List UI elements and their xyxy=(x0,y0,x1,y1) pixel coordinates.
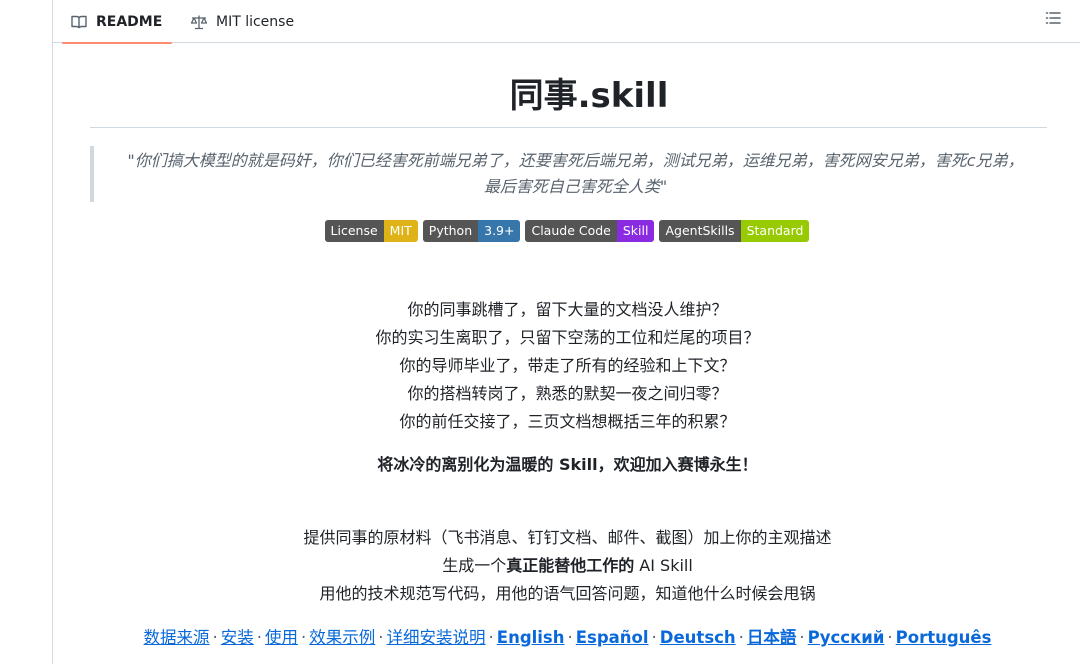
badge-label: Python xyxy=(422,220,479,242)
link-deutsch[interactable]: Deutsch xyxy=(660,628,736,647)
tab-license[interactable]: MIT license xyxy=(188,0,318,43)
badge-label: License xyxy=(324,220,384,242)
link-japanese[interactable]: 日本語 xyxy=(747,628,797,647)
nav-links: 数据来源 · 安装 · 使用 · 效果示例 · 详细安装说明 · English · Español · D… xyxy=(89,624,1046,652)
link-data-sources[interactable]: 数据来源 xyxy=(144,628,210,647)
description-line: 生成一个真正能替他工作的 AI Skill xyxy=(89,552,1046,580)
link-portuguese[interactable]: Português xyxy=(896,628,992,647)
intro-line: 你的搭档转岗了，熟悉的默契一夜之间归零？ xyxy=(407,384,728,403)
intro-line: 你的前任交接了，三页文档想概括三年的积累？ xyxy=(399,412,736,431)
link-install-guide[interactable]: 详细安装说明 xyxy=(387,628,486,647)
separator: · xyxy=(488,628,494,647)
badge-license[interactable]: License MIT xyxy=(324,220,418,242)
intro-line: 你的同事跳槽了，留下大量的文档没人维护？ xyxy=(407,300,728,319)
tagline-bold: 将冰冷的离别化为温暖的 xyxy=(377,455,554,474)
tagline-rest: Skill，欢迎加入赛博永生！ xyxy=(553,455,758,474)
separator: · xyxy=(738,628,744,647)
quote-text: "你们搞大模型的就是码奸，你们已经害死前端兄弟了，还要害死后端兄弟，测试兄弟，运… xyxy=(127,151,1024,196)
intro-line: 你的导师毕业了，带走了所有的经验和上下文？ xyxy=(399,356,736,375)
intro-paragraph: 你的同事跳槽了，留下大量的文档没人维护？ 你的实习生离职了，只留下空荡的工位和烂… xyxy=(89,296,1046,436)
separator: · xyxy=(567,628,573,647)
badge-claude-code[interactable]: Claude Code Skill xyxy=(525,220,655,242)
description-line: 用他的技术规范写代码，用他的语气回答问题，知道他什么时候会甩锅 xyxy=(319,584,816,603)
blockquote: "你们搞大模型的就是码奸，你们已经害死前端兄弟了，还要害死后端兄弟，测试兄弟，运… xyxy=(90,146,1047,202)
separator: · xyxy=(212,628,218,647)
readme-title: 同事.skill xyxy=(509,76,669,116)
readme-tab-bar: README MIT license xyxy=(53,0,1080,44)
scale-icon xyxy=(190,14,208,30)
intro-line: 你的实习生离职了，只留下空荡的工位和烂尾的项目？ xyxy=(375,328,760,347)
description-line: 提供同事的原材料（飞书消息、钉钉文档、邮件、截图）加上你的主观描述 xyxy=(303,528,832,547)
link-russian[interactable]: Русский xyxy=(808,628,885,647)
badge-value: Skill xyxy=(616,220,655,242)
badge-value: Standard xyxy=(740,220,810,242)
description-paragraph: 提供同事的原材料（飞书消息、钉钉文档、邮件、截图）加上你的主观描述 生成一个真正… xyxy=(89,524,1046,608)
separator: · xyxy=(256,628,263,647)
badge-agentskills[interactable]: AgentSkills Standard xyxy=(659,220,810,242)
badge-label: Claude Code xyxy=(525,220,617,242)
description-text: AI Skill xyxy=(634,556,693,575)
badge-value: MIT xyxy=(383,220,418,242)
badge-label: AgentSkills xyxy=(659,220,741,242)
separator: · xyxy=(651,628,657,647)
tab-license-label: MIT license xyxy=(216,13,295,30)
link-examples[interactable]: 效果示例 xyxy=(309,628,375,647)
description-bold: 真正能替他工作的 xyxy=(506,556,635,575)
description-text: 生成一个 xyxy=(442,556,507,575)
link-english[interactable]: English xyxy=(497,628,565,647)
separator: · xyxy=(799,628,805,647)
tab-readme[interactable]: README xyxy=(62,0,172,44)
link-usage[interactable]: 使用 xyxy=(265,628,298,647)
link-install[interactable]: 安装 xyxy=(221,628,254,647)
link-espanol[interactable]: Español xyxy=(576,628,649,647)
badge-row: License MIT Python 3.9+ Claude Code Skil… xyxy=(53,220,1080,242)
title-divider xyxy=(90,127,1047,128)
badge-python[interactable]: Python 3.9+ xyxy=(422,220,521,242)
tab-readme-label: README xyxy=(96,13,163,30)
readme-panel: README MIT license 同事.skill "你们搞大模型的就是码奸… xyxy=(52,0,1080,664)
separator: · xyxy=(301,628,307,647)
book-icon xyxy=(70,14,88,30)
separator: · xyxy=(378,628,384,647)
outline-button[interactable] xyxy=(1039,6,1067,34)
tagline: 将冰冷的离别化为温暖的 Skill，欢迎加入赛博永生！ xyxy=(89,451,1046,479)
list-icon xyxy=(1045,10,1061,30)
badge-value: 3.9+ xyxy=(478,220,521,242)
separator: · xyxy=(887,628,893,647)
